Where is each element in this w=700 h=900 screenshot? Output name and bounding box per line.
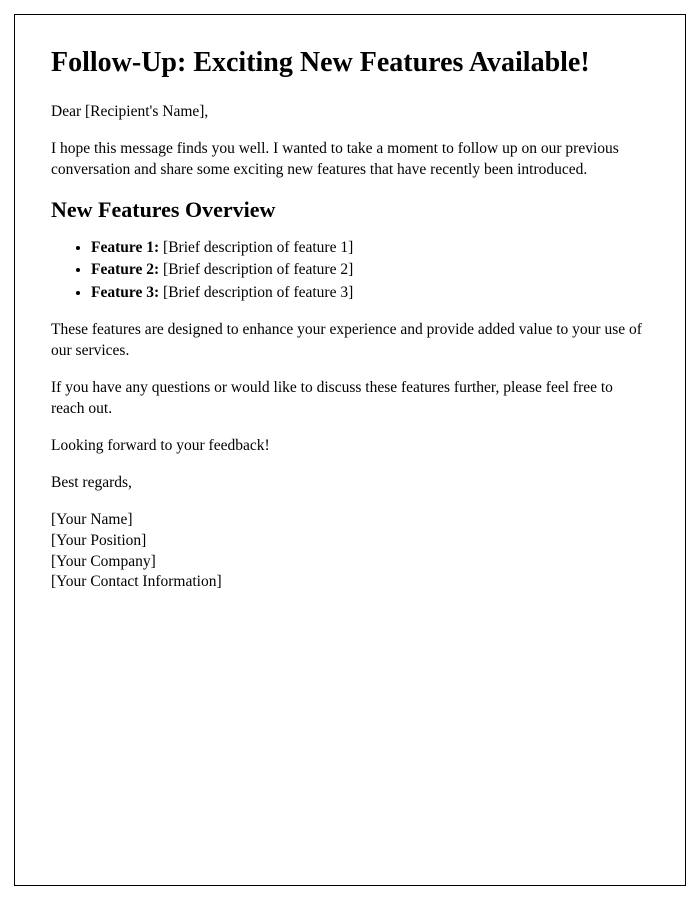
list-item: Feature 3: [Brief description of feature… — [91, 282, 649, 304]
list-item: Feature 2: [Brief description of feature… — [91, 259, 649, 281]
document-frame: Follow-Up: Exciting New Features Availab… — [14, 14, 686, 886]
signature-block: [Your Name] [Your Position] [Your Compan… — [51, 510, 649, 594]
feature-desc: [Brief description of feature 2] — [163, 261, 353, 278]
signature-position: [Your Position] — [51, 531, 649, 552]
features-list: Feature 1: [Brief description of feature… — [91, 237, 649, 304]
features-heading: New Features Overview — [51, 197, 649, 223]
feature-desc: [Brief description of feature 1] — [163, 239, 353, 256]
signature-company: [Your Company] — [51, 552, 649, 573]
feature-label: Feature 1: — [91, 239, 159, 256]
questions-paragraph: If you have any questions or would like … — [51, 378, 649, 420]
signature-name: [Your Name] — [51, 510, 649, 531]
page-title: Follow-Up: Exciting New Features Availab… — [51, 45, 649, 80]
feature-label: Feature 3: — [91, 284, 159, 301]
feature-desc: [Brief description of feature 3] — [163, 284, 353, 301]
feature-label: Feature 2: — [91, 261, 159, 278]
closing-line: Best regards, — [51, 473, 649, 494]
greeting-line: Dear [Recipient's Name], — [51, 102, 649, 123]
signature-contact: [Your Contact Information] — [51, 572, 649, 593]
value-paragraph: These features are designed to enhance y… — [51, 320, 649, 362]
list-item: Feature 1: [Brief description of feature… — [91, 237, 649, 259]
feedback-paragraph: Looking forward to your feedback! — [51, 436, 649, 457]
intro-paragraph: I hope this message finds you well. I wa… — [51, 139, 649, 181]
